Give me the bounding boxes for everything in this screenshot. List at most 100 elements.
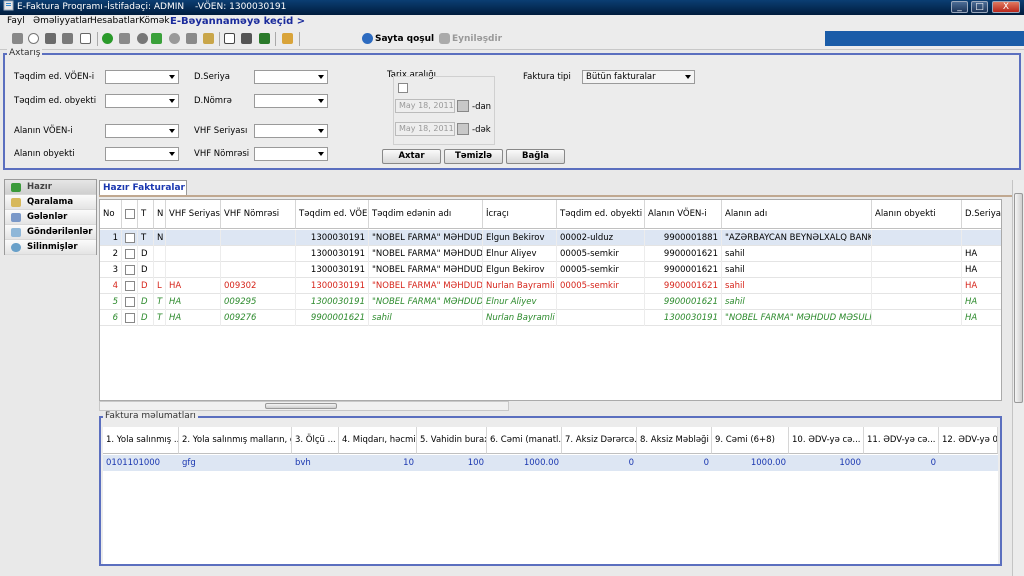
close-panel-button[interactable]: Bağla — [506, 149, 565, 164]
sender-voen-select[interactable] — [105, 70, 179, 84]
menu-fayl[interactable]: Fayl — [7, 15, 25, 28]
vertical-scrollbar[interactable] — [1012, 180, 1024, 576]
invoice-type-select[interactable]: Bütün fakturalar — [582, 70, 695, 84]
column-header[interactable]: 8. Aksiz Məbləği ... — [637, 427, 712, 454]
menu-komek[interactable]: Kömək — [139, 15, 169, 28]
row-checkbox[interactable] — [125, 233, 135, 243]
column-header[interactable]: 11. ƏDV-yə cə... — [864, 427, 939, 454]
calendar-icon[interactable] — [457, 123, 469, 135]
nav-item-gelenler[interactable]: Gələnlər — [5, 210, 96, 225]
sender-object-select[interactable] — [105, 94, 179, 108]
column-header[interactable]: 2. Yola salınmış malların, g... — [179, 427, 292, 454]
column-header[interactable]: 3. Ölçü ... — [292, 427, 339, 454]
column-header[interactable]: 9. Cəmi (6+8) — [712, 427, 789, 454]
nav-item-hazir[interactable]: Hazır — [5, 180, 96, 195]
select-all-checkbox[interactable] — [125, 209, 135, 219]
column-header[interactable]: 12. ƏDV-yə 0 ... — [939, 427, 998, 454]
connect-site-button[interactable]: Sayta qoşul — [375, 32, 434, 46]
excel-icon[interactable] — [259, 33, 270, 44]
add-icon[interactable] — [12, 33, 23, 44]
chevron-down-icon — [318, 152, 324, 156]
copy-icon[interactable] — [119, 33, 130, 44]
table-row[interactable]: 6 D T HA 009276 9900001621 sahil Nurlan Bayraml… — [100, 310, 1001, 326]
tab-hazir-fakturalar[interactable]: Hazır Fakturalar — [99, 180, 187, 196]
cell-sender-object: 00005-semkir — [557, 246, 645, 262]
column-header[interactable] — [122, 200, 138, 229]
attach-icon[interactable] — [203, 33, 214, 44]
column-header[interactable]: 6. Cəmi (manatl... — [487, 427, 562, 454]
info-icon[interactable] — [28, 33, 39, 44]
row-checkbox[interactable] — [125, 249, 135, 259]
row-checkbox[interactable] — [125, 281, 135, 291]
table-row[interactable]: 5 D T HA 009295 1300030191 "NOBEL FARMA" MƏHDU… — [100, 294, 1001, 310]
calendar-icon[interactable] — [457, 100, 469, 112]
column-header[interactable]: Təqdim edənin adı — [369, 200, 483, 229]
clear-button[interactable]: Təmizlə — [444, 149, 503, 164]
table-cell: 1000.00 — [523, 458, 559, 468]
receiver-object-select[interactable] — [105, 147, 179, 161]
column-header[interactable]: 10. ƏDV-yə cə... — [789, 427, 864, 454]
invoice-type-value: Bütün fakturalar — [586, 72, 656, 82]
sync-button[interactable]: Eyniləşdir — [452, 32, 502, 46]
column-header[interactable]: VHF Seriyası — [166, 200, 221, 229]
vhf-seriya-select[interactable] — [254, 124, 328, 138]
record-icon[interactable] — [137, 33, 148, 44]
column-header[interactable]: N — [154, 200, 166, 229]
row-checkbox[interactable] — [125, 297, 135, 307]
column-header[interactable]: Alanın obyekti — [872, 200, 962, 229]
maximize-button[interactable]: □ — [971, 1, 988, 13]
row-number: 5 — [100, 294, 122, 310]
minimize-button[interactable]: _ — [951, 1, 968, 13]
delete-icon[interactable] — [80, 33, 91, 44]
notes-icon[interactable] — [282, 33, 293, 44]
nav-item-qaralama[interactable]: Qaralama — [5, 195, 96, 210]
column-header[interactable]: T — [138, 200, 154, 229]
d-nomre-select[interactable] — [254, 94, 328, 108]
search-button[interactable]: Axtar — [382, 149, 441, 164]
column-header[interactable]: Alanın adı — [722, 200, 872, 229]
run-icon[interactable] — [102, 33, 113, 44]
print-icon[interactable] — [241, 33, 252, 44]
date-from-field[interactable]: May 18, 2011 — [395, 99, 455, 113]
open-folder-icon[interactable] — [45, 33, 56, 44]
column-header[interactable]: 4. Miqdarı, həcmi — [339, 427, 417, 454]
horizontal-scrollbar[interactable] — [99, 401, 509, 411]
row-checkbox[interactable] — [125, 313, 135, 323]
d-seriya-select[interactable] — [254, 70, 328, 84]
nav-item-gonderilenler[interactable]: Göndərilənlər — [5, 225, 96, 240]
row-checkbox[interactable] — [125, 265, 135, 275]
column-header[interactable]: Təqdim ed. obyekti — [557, 200, 645, 229]
receiver-voen-select[interactable] — [105, 124, 179, 138]
column-header[interactable]: Təqdim ed. VÖEN-i — [296, 200, 369, 229]
column-header[interactable]: VHF Nömrəsi — [221, 200, 296, 229]
date-to-field[interactable]: May 18, 2011 — [395, 122, 455, 136]
nav-item-silinmisler[interactable]: Silinmişlər — [5, 240, 96, 255]
table-row[interactable]: 4 D L HA 009302 1300030191 "NOBEL FARMA" MƏHDU… — [100, 278, 1001, 294]
preview-icon[interactable] — [224, 33, 235, 44]
cell-n: N — [154, 230, 166, 246]
stop-icon[interactable] — [169, 33, 180, 44]
menu-hesabatlar[interactable]: Hesabatlar — [90, 15, 139, 28]
scroll-thumb[interactable] — [265, 403, 337, 409]
column-header[interactable]: Alanın VÖEN-i — [645, 200, 722, 229]
table-row[interactable]: 3 D 1300030191 "NOBEL FARMA" MƏHDUD ... Elgu… — [100, 262, 1001, 278]
column-header[interactable]: D.Seriya — [962, 200, 1001, 229]
column-header[interactable]: 1. Yola salınmış ... — [103, 427, 179, 454]
refresh-icon[interactable] — [151, 33, 162, 44]
column-header[interactable]: İcraçı — [483, 200, 557, 229]
column-header[interactable]: 7. Aksiz Dərərcə... — [562, 427, 637, 454]
table-row[interactable]: 1 T N 1300030191 "NOBEL FARMA" MƏHDUD ... Elg… — [100, 230, 1001, 246]
table-row[interactable]: 0101101000 gfg bvh 10 100 1000.00 0 0 1000.00 100… — [103, 455, 998, 471]
column-header[interactable]: No — [100, 200, 122, 229]
close-window-button[interactable]: X — [992, 1, 1020, 13]
date-range-checkbox[interactable] — [398, 83, 408, 93]
beyanname-link[interactable]: E-Bəyannaməyə keçid > — [170, 15, 305, 28]
invoices-table: No T N VHF Seriyası VHF Nömrəsi Təqdim ed. VÖ… — [99, 199, 1002, 401]
scroll-thumb[interactable] — [1014, 193, 1023, 403]
table-row[interactable]: 2 D 1300030191 "NOBEL FARMA" MƏHDUD ... Elnu… — [100, 246, 1001, 262]
save-icon[interactable] — [62, 33, 73, 44]
menu-emeliyyatlar[interactable]: Əməliyyatlar — [33, 15, 91, 28]
vhf-nomre-select[interactable] — [254, 147, 328, 161]
column-header[interactable]: 5. Vahidin buraxı... — [417, 427, 487, 454]
edit-icon[interactable] — [186, 33, 197, 44]
